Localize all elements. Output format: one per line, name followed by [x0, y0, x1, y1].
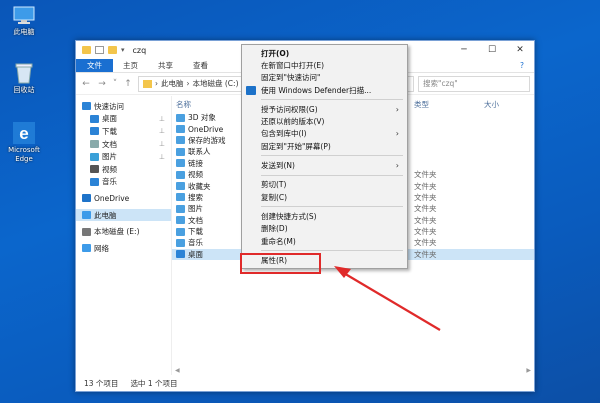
annotation-arrow: [334, 266, 441, 331]
